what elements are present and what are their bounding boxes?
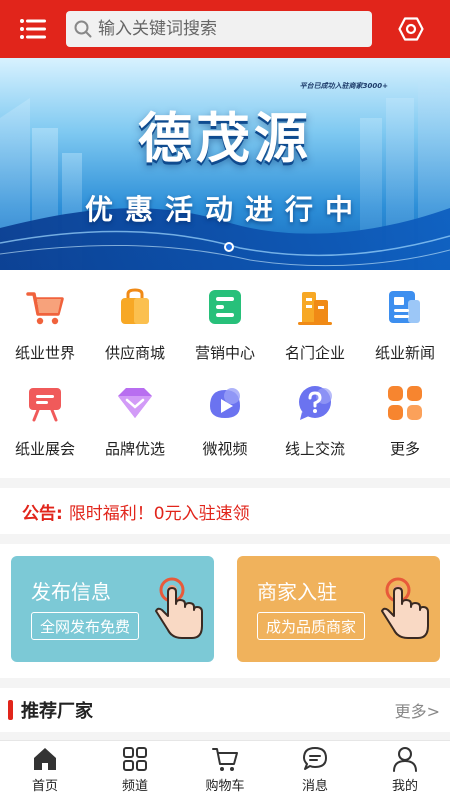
category-label: 名门企业 (284, 344, 345, 362)
category-label: 更多 (389, 440, 420, 458)
nav-label: 购物车 (205, 779, 245, 794)
banner-title: 德茂源 (138, 106, 312, 170)
category-label: 供应商城 (104, 344, 165, 362)
category-marketing-center[interactable]: 营销中心 (180, 270, 270, 366)
question-chat-icon (299, 386, 332, 420)
nav-message[interactable]: 消息 (270, 741, 360, 800)
category-more[interactable]: 更多 (360, 366, 450, 462)
category-paper-news[interactable]: 纸业新闻 (360, 270, 450, 366)
category-famous-enterprise[interactable]: 名门企业 (270, 270, 360, 366)
category-micro-video[interactable]: 微视频 (180, 366, 270, 462)
section-accent-bar (8, 700, 13, 720)
become-quality-merchant-button[interactable]: 成为品质商家 (257, 612, 366, 640)
promo-banner[interactable]: 平台已成功入驻商家3000+ 德茂源 优惠活动进行中 (0, 58, 450, 270)
building-icon (298, 292, 332, 325)
nav-mine[interactable]: 我的 (360, 741, 450, 800)
recommended-section-header: 推荐厂家 更多> (0, 688, 450, 732)
category-label: 纸业世界 (14, 344, 75, 362)
user-icon (393, 747, 417, 772)
category-label: 微视频 (202, 440, 248, 458)
grid-more-icon (388, 386, 422, 420)
bottom-nav: 首页 频道 购物车 消息 我的 (0, 740, 450, 800)
settings-button[interactable] (372, 0, 450, 58)
category-label: 线上交流 (284, 440, 345, 458)
recommended-title: 推荐厂家 (21, 701, 93, 722)
category-online-chat[interactable]: 线上交流 (270, 366, 360, 462)
publish-info-card[interactable]: 发布信息 全网发布免费 (11, 556, 214, 662)
category-label: 营销中心 (194, 344, 255, 362)
publish-free-button[interactable]: 全网发布免费 (31, 612, 140, 640)
category-grid: 纸业世界 供应商城 营销中心 名门企业 纸业新闻 纸业展会 品牌优选 微视频 线… (0, 270, 450, 478)
nav-label: 消息 (301, 779, 328, 794)
nav-label: 频道 (121, 779, 148, 794)
banner-merchant-count: 平台已成功入驻商家3000+ (299, 82, 388, 90)
nav-channel[interactable]: 频道 (90, 741, 180, 800)
nav-cart[interactable]: 购物车 (180, 741, 270, 800)
cart-icon (26, 292, 64, 325)
shopping-cart-icon (212, 748, 238, 771)
merchant-join-title: 商家入驻 (257, 580, 337, 604)
bag-icon (121, 288, 149, 324)
more-link[interactable]: 更多> (395, 698, 440, 722)
channel-grid-icon (123, 747, 147, 771)
announcement-prefix: 公告: (22, 503, 63, 524)
category-paper-world[interactable]: 纸业世界 (0, 270, 90, 366)
action-cards: 发布信息 全网发布免费 商家入驻 成为品质商家 (0, 544, 450, 678)
announcement-text: 限时福利！0元入驻速领 (68, 503, 250, 524)
document-icon (209, 290, 241, 324)
message-icon (303, 747, 327, 770)
category-label: 品牌优选 (104, 440, 165, 458)
nav-label: 我的 (391, 779, 418, 794)
publish-info-title: 发布信息 (31, 580, 111, 604)
hand-click-icon (155, 577, 203, 639)
carousel-indicator[interactable] (224, 242, 234, 252)
search-box[interactable] (66, 11, 372, 47)
announcement-bar[interactable]: 公告: 限时福利！0元入驻速领 (0, 488, 450, 534)
category-brand-select[interactable]: 品牌优选 (90, 366, 180, 462)
search-input[interactable] (98, 19, 358, 39)
hand-click-icon (381, 577, 429, 639)
home-icon (34, 748, 56, 770)
nav-label: 首页 (31, 779, 58, 794)
diamond-icon (118, 388, 152, 418)
hexagon-settings-icon (398, 17, 424, 41)
merchant-join-card[interactable]: 商家入驻 成为品质商家 (237, 556, 440, 662)
category-paper-exhibition[interactable]: 纸业展会 (0, 366, 90, 462)
top-header (0, 0, 450, 58)
exhibition-board-icon (29, 388, 61, 422)
menu-button[interactable] (0, 0, 66, 58)
nav-home[interactable]: 首页 (0, 741, 90, 800)
banner-slogan: 优惠活动进行中 (84, 193, 365, 226)
category-label: 纸业新闻 (374, 344, 435, 362)
category-label: 纸业展会 (14, 440, 75, 458)
news-icon (389, 291, 420, 323)
search-icon (74, 20, 92, 38)
menu-icon (20, 19, 46, 39)
video-play-icon (210, 388, 240, 418)
category-supply-mall[interactable]: 供应商城 (90, 270, 180, 366)
